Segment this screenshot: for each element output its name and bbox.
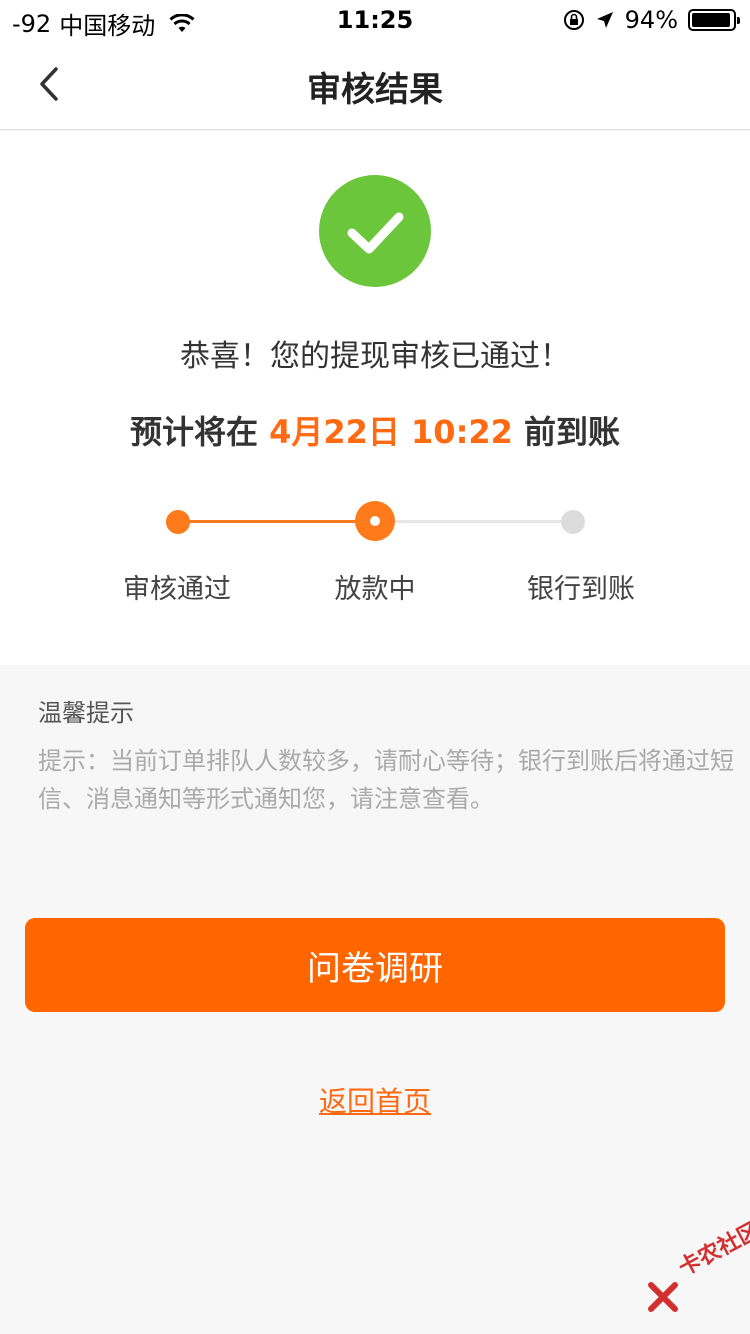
battery-icon (688, 9, 740, 31)
watermark-icon (648, 1282, 678, 1312)
watermark-text: 卡农社区 (674, 1217, 750, 1282)
progress-steps: 审核通过 放款中 银行到账 (0, 501, 750, 605)
location-arrow-icon (596, 12, 613, 28)
step-dot-bank-arrival (561, 510, 585, 534)
eta-datetime: 4月22日 10:22 (269, 413, 513, 451)
battery-percent: 94% (624, 6, 678, 34)
step-label-bank-arrival: 银行到账 (527, 574, 635, 605)
eta-prefix: 预计将在 (129, 413, 270, 451)
return-home-link[interactable]: 返回首页 (0, 1080, 750, 1120)
step-label-approved: 审核通过 (123, 574, 231, 605)
congrats-message: 恭喜！您的提现审核已通过！ (180, 339, 570, 374)
watermark-logo: 卡农社区 (644, 1218, 750, 1320)
status-right: 94% (553, 6, 740, 34)
rotation-lock-icon (563, 10, 584, 30)
step-dot-approved (166, 510, 190, 534)
battery-fill (692, 13, 730, 27)
eta-suffix: 前到账 (512, 413, 621, 451)
checkmark-circle-icon (319, 175, 431, 287)
step-dot-disbursing (355, 501, 395, 541)
tips-title: 温馨提示 (38, 699, 134, 727)
arrival-estimate: 预计将在 4月22日 10:22 前到账 (0, 407, 750, 453)
result-panel: 恭喜！您的提现审核已通过！ 预计将在 4月22日 10:22 前到账 审核通过 … (0, 131, 750, 665)
survey-button[interactable]: 问卷调研 (25, 918, 725, 1012)
progress-track-done (178, 520, 375, 523)
page-title: 审核结果 (307, 70, 443, 110)
tips-text: 提示：当前订单排队人数较多，请耐心等待；银行到账后将通过短信、消息通知等形式通知… (38, 747, 734, 813)
nav-bar: 审核结果 (0, 40, 750, 130)
step-label-disbursing: 放款中 (334, 574, 416, 605)
progress-track-pending (375, 520, 572, 523)
status-bar: -92 中国移动 11:25 94% (0, 0, 750, 40)
